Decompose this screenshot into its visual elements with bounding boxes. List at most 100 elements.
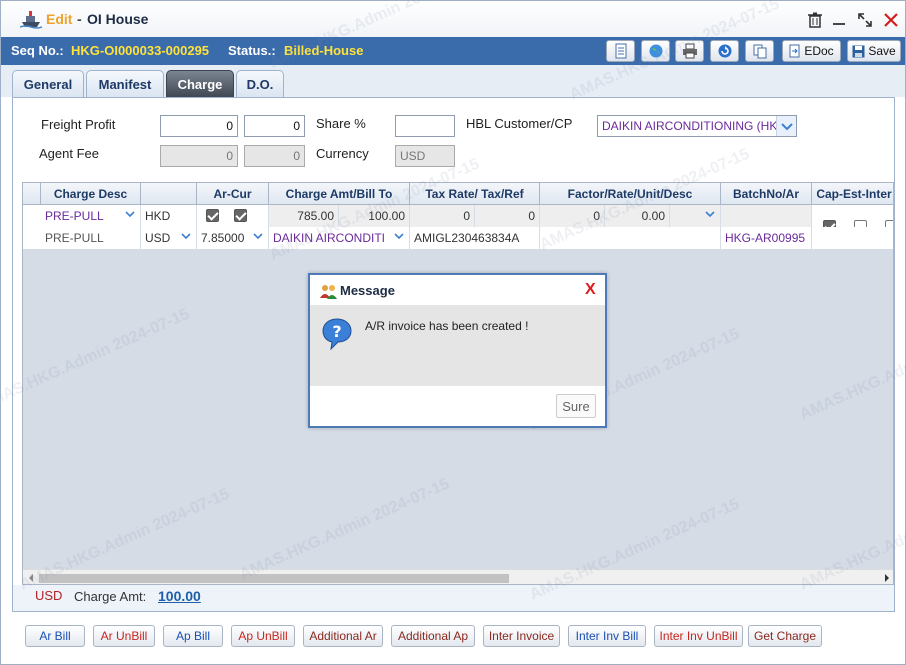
freight-profit-input-1[interactable]: 0 bbox=[160, 115, 238, 137]
additional-ar-button[interactable]: Additional Ar bbox=[303, 625, 383, 647]
factor-cell[interactable]: 0 bbox=[540, 205, 605, 227]
floppy-icon bbox=[852, 45, 865, 57]
minimize-icon[interactable] bbox=[830, 11, 848, 29]
exchange-rate-select[interactable]: 7.85000 bbox=[197, 227, 269, 249]
bill-to-select[interactable]: DAIKIN AIRCONDITI bbox=[269, 227, 410, 249]
tab-general[interactable]: General bbox=[12, 70, 84, 97]
question-icon: ? bbox=[322, 318, 352, 351]
seq-label: Seq No.: bbox=[11, 43, 64, 58]
share-input[interactable] bbox=[395, 115, 455, 137]
freight-profit-label: Freight Profit bbox=[41, 117, 116, 132]
unit-select[interactable] bbox=[670, 205, 721, 227]
globe-button[interactable] bbox=[641, 40, 670, 62]
chevron-down-icon bbox=[776, 116, 796, 136]
bill-to-value: DAIKIN AIRCONDITI bbox=[273, 231, 386, 245]
message-dialog: Message X ? A/R invoice has been created… bbox=[308, 273, 607, 428]
exchange-rate-value: 7.85000 bbox=[201, 231, 245, 245]
ap-unbill-button[interactable]: Ap UnBill bbox=[231, 625, 295, 647]
ar-checkbox[interactable] bbox=[206, 209, 219, 222]
dialog-body: ? A/R invoice has been created ! bbox=[310, 305, 605, 386]
tab-charge[interactable]: Charge bbox=[166, 70, 234, 97]
tab-do[interactable]: D.O. bbox=[236, 70, 284, 97]
grid-header-select bbox=[23, 183, 41, 205]
ar-unbill-button[interactable]: Ar UnBill bbox=[93, 625, 155, 647]
bill-amt-cell[interactable]: 100.00 bbox=[339, 205, 410, 227]
dialog-close-button[interactable]: X bbox=[585, 281, 596, 299]
document-icon bbox=[615, 43, 626, 59]
charge-desc-value: PRE-PULL bbox=[45, 209, 104, 223]
edoc-icon bbox=[789, 44, 800, 58]
horizontal-scrollbar[interactable] bbox=[23, 569, 893, 584]
charge-amt-value[interactable]: 100.00 bbox=[158, 588, 201, 604]
additional-ap-button[interactable]: Additional Ap bbox=[391, 625, 475, 647]
grid-header-blank bbox=[141, 183, 197, 205]
chevron-down-icon bbox=[181, 233, 191, 240]
bill-currency-select[interactable]: USD bbox=[141, 227, 197, 249]
currency-cell: HKD bbox=[141, 205, 197, 227]
document-button[interactable] bbox=[606, 40, 635, 62]
inter-inv-unbill-button[interactable]: Inter Inv UnBill bbox=[654, 625, 743, 647]
bill-currency-value: USD bbox=[145, 231, 171, 245]
print-button[interactable] bbox=[675, 40, 704, 62]
save-button[interactable]: Save bbox=[847, 40, 901, 62]
get-charge-button[interactable]: Get Charge bbox=[748, 625, 822, 647]
dialog-header: Message X bbox=[310, 275, 605, 305]
copy-button[interactable] bbox=[745, 40, 774, 62]
scroll-left-icon[interactable] bbox=[27, 574, 35, 582]
sure-button[interactable]: Sure bbox=[556, 394, 596, 418]
grid-header-ar-cur: Ar-Cur bbox=[197, 183, 269, 205]
table-row: PRE-PULL HKD 785.00 100.00 0 0 0 0.00 bbox=[23, 205, 893, 227]
grid-header-charge-desc: Charge Desc bbox=[41, 183, 141, 205]
window-title: OI House bbox=[87, 11, 149, 27]
ar-cur-cell bbox=[197, 205, 269, 227]
close-icon[interactable] bbox=[882, 11, 900, 29]
inter-checkbox[interactable] bbox=[885, 220, 893, 227]
charge-amt-cell[interactable]: 785.00 bbox=[269, 205, 339, 227]
grid-header-factor: Factor/Rate/Unit/Desc bbox=[540, 183, 721, 205]
save-label: Save bbox=[868, 44, 896, 58]
edoc-button[interactable]: EDoc bbox=[782, 40, 841, 62]
status-value: Billed-House bbox=[284, 43, 364, 58]
globe-icon bbox=[649, 44, 662, 58]
ar-number-link[interactable]: HKG-AR00995 bbox=[721, 227, 812, 249]
status-label: Status.: bbox=[228, 43, 276, 58]
inter-invoice-button[interactable]: Inter Invoice bbox=[483, 625, 560, 647]
tax-rate-cell[interactable]: 0 bbox=[410, 205, 475, 227]
tab-manifest[interactable]: Manifest bbox=[86, 70, 164, 97]
oi-house-window: Edit - OI House Seq No.: HKG-OI000033-00… bbox=[0, 0, 906, 665]
grid-header-charge-amt: Charge Amt/Bill To bbox=[269, 183, 410, 205]
grid-header-cap-est: Cap-Est-Inter bbox=[816, 187, 892, 201]
seq-bar: Seq No.: HKG-OI000033-000295 Status.: Bi… bbox=[1, 37, 905, 65]
currency-label: Currency bbox=[316, 146, 369, 161]
cap-checkbox[interactable] bbox=[823, 220, 836, 227]
seq-value: HKG-OI000033-000295 bbox=[71, 43, 210, 58]
hbl-customer-select[interactable]: DAIKIN AIRCONDITIONING (HK bbox=[597, 115, 797, 137]
share-label: Share % bbox=[316, 116, 366, 131]
hbl-customer-value: DAIKIN AIRCONDITIONING (HK bbox=[602, 119, 778, 133]
est-checkbox[interactable] bbox=[854, 220, 867, 227]
hbl-customer-label: HBL Customer/CP bbox=[466, 116, 573, 131]
maximize-icon[interactable] bbox=[856, 11, 874, 29]
scroll-right-icon[interactable] bbox=[883, 574, 891, 582]
inter-inv-bill-button[interactable]: Inter Inv Bill bbox=[568, 625, 646, 647]
ar-bill-button[interactable]: Ar Bill bbox=[25, 625, 85, 647]
cur-checkbox[interactable] bbox=[234, 209, 247, 222]
refresh-button[interactable] bbox=[710, 40, 739, 62]
tax-cell[interactable]: 0 bbox=[475, 205, 540, 227]
grid-header-tax: Tax Rate/ Tax/Ref bbox=[410, 183, 540, 205]
title-bar: Edit - OI House bbox=[1, 1, 905, 37]
batch-cell bbox=[721, 205, 812, 227]
copy-icon bbox=[753, 44, 766, 59]
trash-icon[interactable] bbox=[806, 11, 824, 29]
rate-cell[interactable]: 0.00 bbox=[605, 205, 670, 227]
ap-bill-button[interactable]: Ap Bill bbox=[163, 625, 223, 647]
scrollbar-thumb[interactable] bbox=[39, 574, 509, 583]
charge-desc-text: PRE-PULL bbox=[41, 227, 141, 249]
tab-strip: General Manifest Charge D.O. bbox=[1, 65, 905, 97]
chevron-down-icon bbox=[394, 233, 404, 240]
charge-desc-select[interactable]: PRE-PULL bbox=[41, 205, 141, 227]
dialog-footer: Sure bbox=[310, 386, 605, 426]
svg-text:?: ? bbox=[332, 322, 341, 341]
freight-profit-input-2[interactable]: 0 bbox=[244, 115, 305, 137]
title-mode: Edit bbox=[46, 11, 73, 27]
